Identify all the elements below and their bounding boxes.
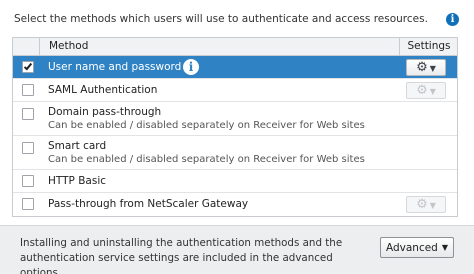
method-label: User name and password	[48, 61, 182, 73]
method-label: Smart card	[48, 140, 107, 152]
method-label: HTTP Basic	[48, 175, 107, 187]
method-checkbox[interactable]	[22, 84, 34, 96]
footer-text: Installing and uninstalling the authenti…	[20, 237, 343, 274]
method-description: Can be enabled / disabled separately on …	[48, 120, 365, 131]
caret-down-icon: ▼	[429, 63, 436, 73]
method-label: SAML Authentication	[48, 84, 158, 96]
method-row-user-name-password[interactable]: User name and password i ⚙ ▼	[13, 56, 457, 79]
advanced-button[interactable]: Advanced ▼	[380, 237, 454, 258]
info-icon[interactable]: i	[446, 13, 459, 26]
gear-icon: ⚙	[416, 197, 428, 212]
instructions-text: Select the methods which users will use …	[14, 13, 428, 25]
caret-down-icon: ▼	[429, 86, 436, 96]
footer-panel: Installing and uninstalling the authenti…	[0, 225, 474, 274]
method-checkbox[interactable]	[22, 61, 34, 73]
column-header-method[interactable]: Method	[39, 38, 399, 55]
authentication-methods-grid: Method Settings User name and password i…	[12, 37, 458, 217]
method-checkbox[interactable]	[22, 198, 34, 210]
method-row-smart-card[interactable]: Smart card Can be enabled / disabled sep…	[13, 136, 457, 170]
column-header-settings[interactable]: Settings	[399, 38, 458, 55]
settings-button: ⚙ ▼	[406, 82, 446, 99]
method-row-netscaler-pass-through[interactable]: Pass-through from NetScaler Gateway ⚙ ▼	[13, 193, 457, 216]
advanced-label: Advanced	[385, 241, 438, 254]
method-row-http-basic[interactable]: HTTP Basic	[13, 170, 457, 193]
method-row-domain-pass-through[interactable]: Domain pass-through Can be enabled / dis…	[13, 102, 457, 136]
info-icon[interactable]: i	[183, 59, 199, 75]
method-description: Can be enabled / disabled separately on …	[48, 154, 365, 165]
check-icon	[23, 61, 33, 71]
settings-button[interactable]: ⚙ ▼	[406, 59, 446, 76]
gear-icon: ⚙	[416, 60, 428, 75]
method-checkbox[interactable]	[22, 142, 34, 154]
method-label: Domain pass-through	[48, 106, 162, 118]
method-row-saml[interactable]: SAML Authentication ⚙ ▼	[13, 79, 457, 102]
gear-icon: ⚙	[416, 83, 428, 98]
settings-button: ⚙ ▼	[406, 196, 446, 213]
caret-down-icon: ▼	[441, 243, 449, 252]
caret-down-icon: ▼	[429, 200, 436, 210]
method-label: Pass-through from NetScaler Gateway	[48, 198, 249, 210]
grid-header: Method Settings	[13, 38, 457, 56]
method-checkbox[interactable]	[22, 108, 34, 120]
method-checkbox[interactable]	[22, 175, 34, 187]
